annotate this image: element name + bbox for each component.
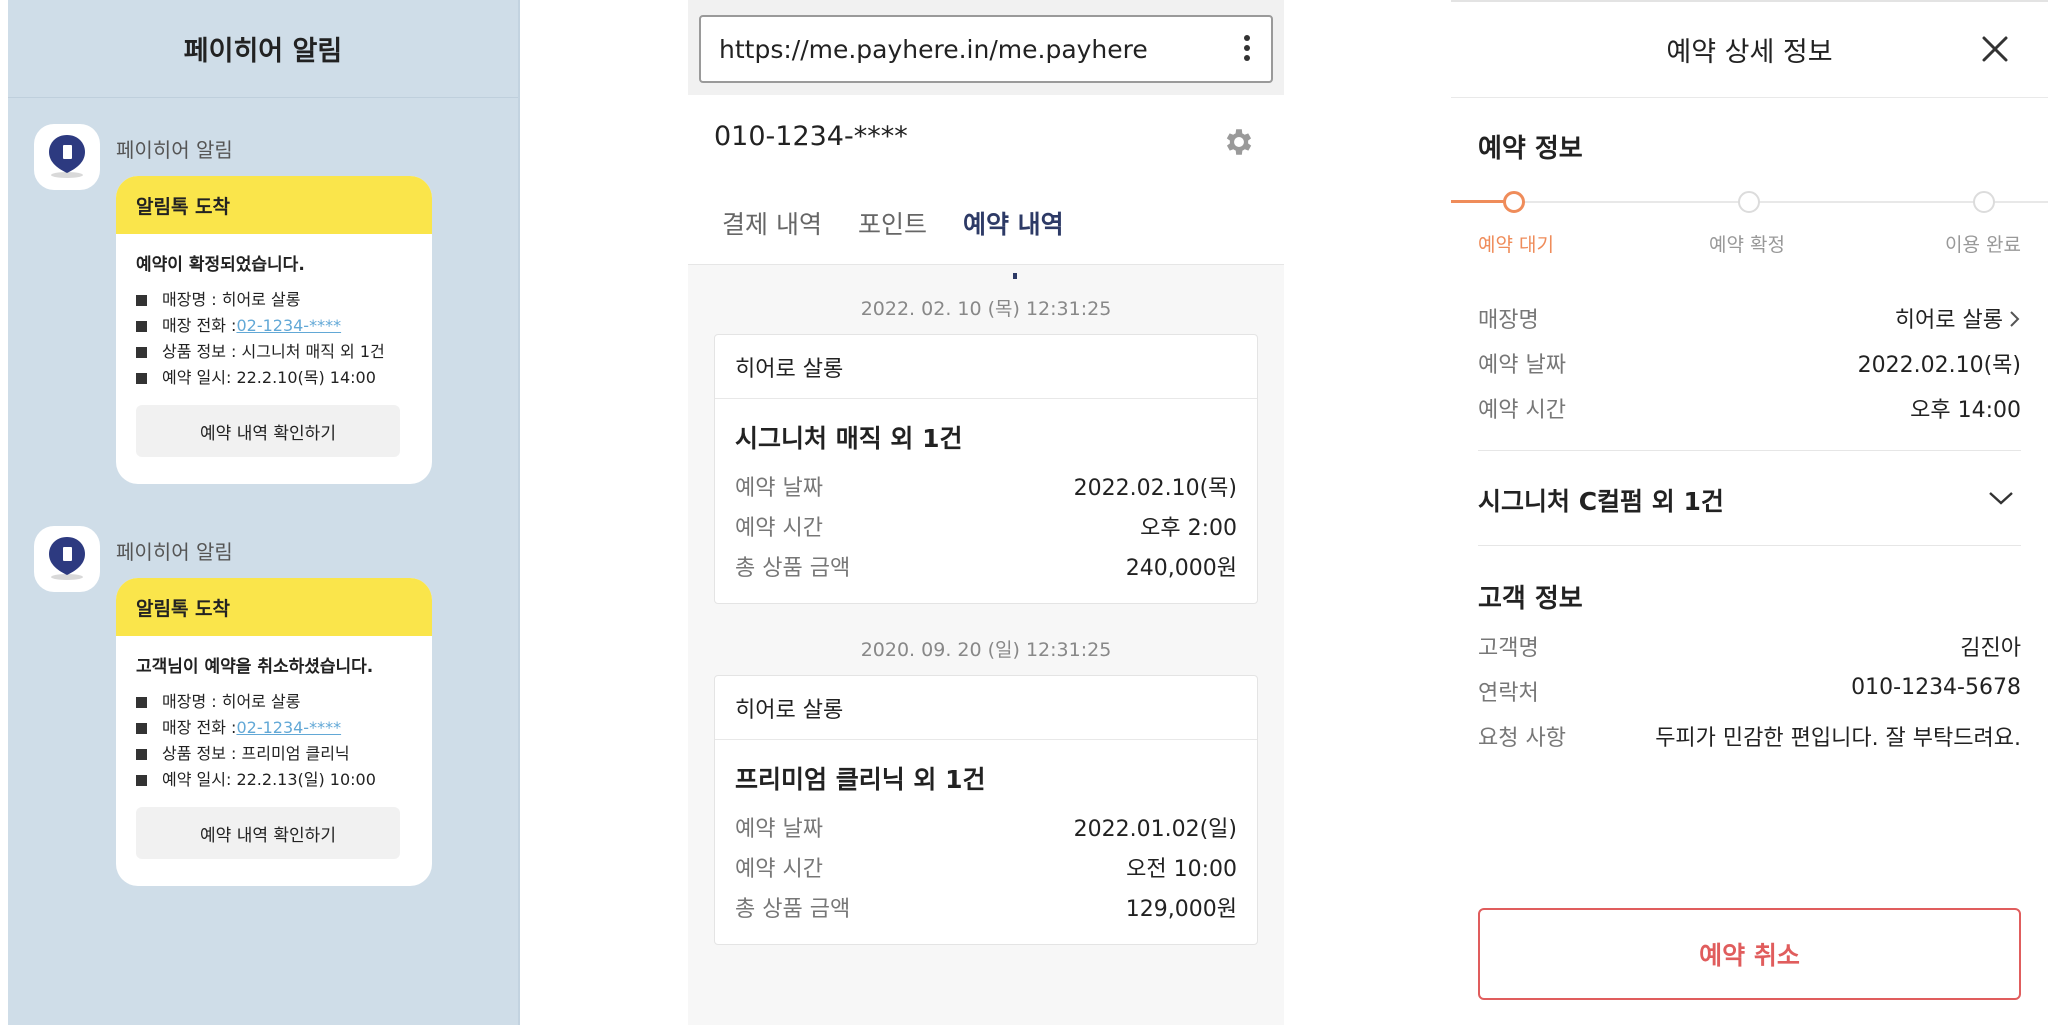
list-item: 상품 정보 : 시그니처 매직 외 1건 [136,339,412,365]
product-summary[interactable]: 시그니처 C컬펌 외 1건 [1478,482,1724,518]
divider [1478,450,2021,451]
chevron-right-icon [2009,309,2021,334]
card-row: 예약 날짜 2022.02.10(목) [735,476,1237,501]
close-icon[interactable] [1980,34,2010,64]
bullet-square-icon [136,320,147,332]
card-row: 예약 시간 오전 10:00 [735,857,1237,882]
bubble-header: 알림톡 도착 [116,578,432,636]
bullet-square-icon [136,372,147,384]
list-item: 상품 정보 : 프리미엄 클리닉 [136,741,412,767]
reservation-section-title: 예약 정보 [1478,134,1583,164]
list-item: 매장명 : 히어로 살롱 [136,287,412,313]
alimtalk-bubble: 알림톡 도착 예약이 확정되었습니다. 매장명 : 히어로 살롱 매장 전화 :… [116,176,432,484]
card-row: 예약 날짜 2022.01.02(일) [735,817,1237,842]
list-item: 매장 전화 : 02-1234-**** [136,313,412,339]
gear-icon[interactable] [1222,125,1256,163]
step-dot-pending [1503,191,1525,213]
list-item: 예약 일시: 22.2.13(일) 10:00 [136,767,412,793]
store-phone-link[interactable]: 02-1234-**** [236,715,341,741]
user-phone: 010-1234-**** [714,121,908,152]
bubble-header: 알림톡 도착 [116,176,432,234]
list-item: 매장명 : 히어로 살롱 [136,689,412,715]
customer-row-contact: 연락처 010-1234-5678 [1478,675,2021,706]
reservation-timestamp: 2020. 09. 20 (일) 12:31:25 [860,639,1112,661]
card-row: 총 상품 금액 129,000원 [735,897,1237,922]
bullet-square-icon [136,696,147,708]
payhere-logo-icon [34,124,100,190]
info-row-time: 예약 시간 오후 14:00 [1478,398,2021,423]
message-sender: 페이히어 알림 [116,540,233,564]
step-dot-completed [1973,191,1995,213]
step-label-confirmed: 예약 확정 [1709,234,1785,256]
divider [1478,545,2021,546]
alimtalk-bubble: 알림톡 도착 고객님이 예약을 취소하셨습니다. 매장명 : 히어로 살롱 매장… [116,578,432,886]
list-item: 예약 일시: 22.2.10(목) 14:00 [136,365,412,391]
account-header: 010-1234-**** 결제 내역 포인트 예약 내역 [688,95,1284,279]
customer-section-title: 고객 정보 [1478,584,1583,614]
view-reservation-button[interactable]: 예약 내역 확인하기 [136,807,400,859]
bullet-square-icon [136,722,147,734]
card-product-title: 시그니처 매직 외 1건 [735,424,963,453]
tab-reservations[interactable]: 예약 내역 [963,205,1064,279]
cancel-reservation-button[interactable]: 예약 취소 [1478,908,2021,1000]
reservation-detail-panel: 예약 상세 정보 예약 정보 예약 대기 예약 확정 이용 완료 매장명 히어로… [1451,0,2048,1025]
reservation-timestamp: 2022. 02. 10 (목) 12:31:25 [860,298,1112,320]
card-row: 예약 시간 오후 2:00 [735,516,1237,541]
kakao-chat-panel: 페이히어 알림 페이히어 알림 알림톡 도착 예약이 확정되었습니다. 매장명 … [8,0,520,1025]
browser-toolbar: https://me.payhere.in/me.payhere [688,0,1284,95]
tab-bar: 결제 내역 포인트 예약 내역 [722,205,1064,279]
store-phone-link[interactable]: 02-1234-**** [236,313,341,339]
tab-payments[interactable]: 결제 내역 [722,205,822,241]
step-label-completed: 이용 완료 [1945,234,2021,256]
detail-header: 예약 상세 정보 [1451,2,2048,98]
bullet-square-icon [136,294,147,306]
bullet-square-icon [136,774,147,786]
info-row-store[interactable]: 매장명 히어로 살롱 [1478,302,2021,334]
view-reservation-button[interactable]: 예약 내역 확인하기 [136,405,400,457]
reservation-card[interactable]: 히어로 살롱 시그니처 매직 외 1건 예약 날짜 2022.02.10(목) 예… [714,334,1258,604]
chevron-down-icon[interactable] [1988,490,2014,510]
url-bar[interactable]: https://me.payhere.in/me.payhere [699,15,1273,83]
list-item: 매장 전화 : 02-1234-**** [136,715,412,741]
more-options-icon[interactable] [1243,35,1251,65]
url-text: https://me.payhere.in/me.payhere [719,34,1148,64]
card-row: 총 상품 금액 240,000원 [735,556,1237,581]
card-product-title: 프리미엄 클리닉 외 1건 [735,765,986,794]
bubble-title: 고객님이 예약을 취소하셨습니다. [136,657,374,677]
chat-header-title: 페이히어 알림 [8,0,518,98]
customer-row-name: 고객명 김진아 [1478,636,2021,661]
step-dot-confirmed [1738,191,1760,213]
message-sender: 페이히어 알림 [116,138,233,162]
info-row-date: 예약 날짜 2022.02.10(목) [1478,353,2021,378]
tab-points[interactable]: 포인트 [858,205,927,241]
browser-panel: https://me.payhere.in/me.payhere 010-123… [688,0,1284,1025]
bullet-square-icon [136,346,147,358]
payhere-logo-icon [34,526,100,592]
detail-title: 예약 상세 정보 [1666,37,1833,68]
card-store-name: 히어로 살롱 [715,335,1257,399]
reservation-card[interactable]: 히어로 살롱 프리미엄 클리닉 외 1건 예약 날짜 2022.01.02(일) … [714,675,1258,945]
step-label-pending: 예약 대기 [1478,234,1554,256]
card-store-name: 히어로 살롱 [715,676,1257,740]
bullet-square-icon [136,748,147,760]
status-stepper [1451,190,2048,214]
bubble-title: 예약이 확정되었습니다. [136,255,305,275]
customer-row-request: 요청 사항 두피가 민감한 편입니다. 잘 부탁드려요. [1478,726,2021,751]
